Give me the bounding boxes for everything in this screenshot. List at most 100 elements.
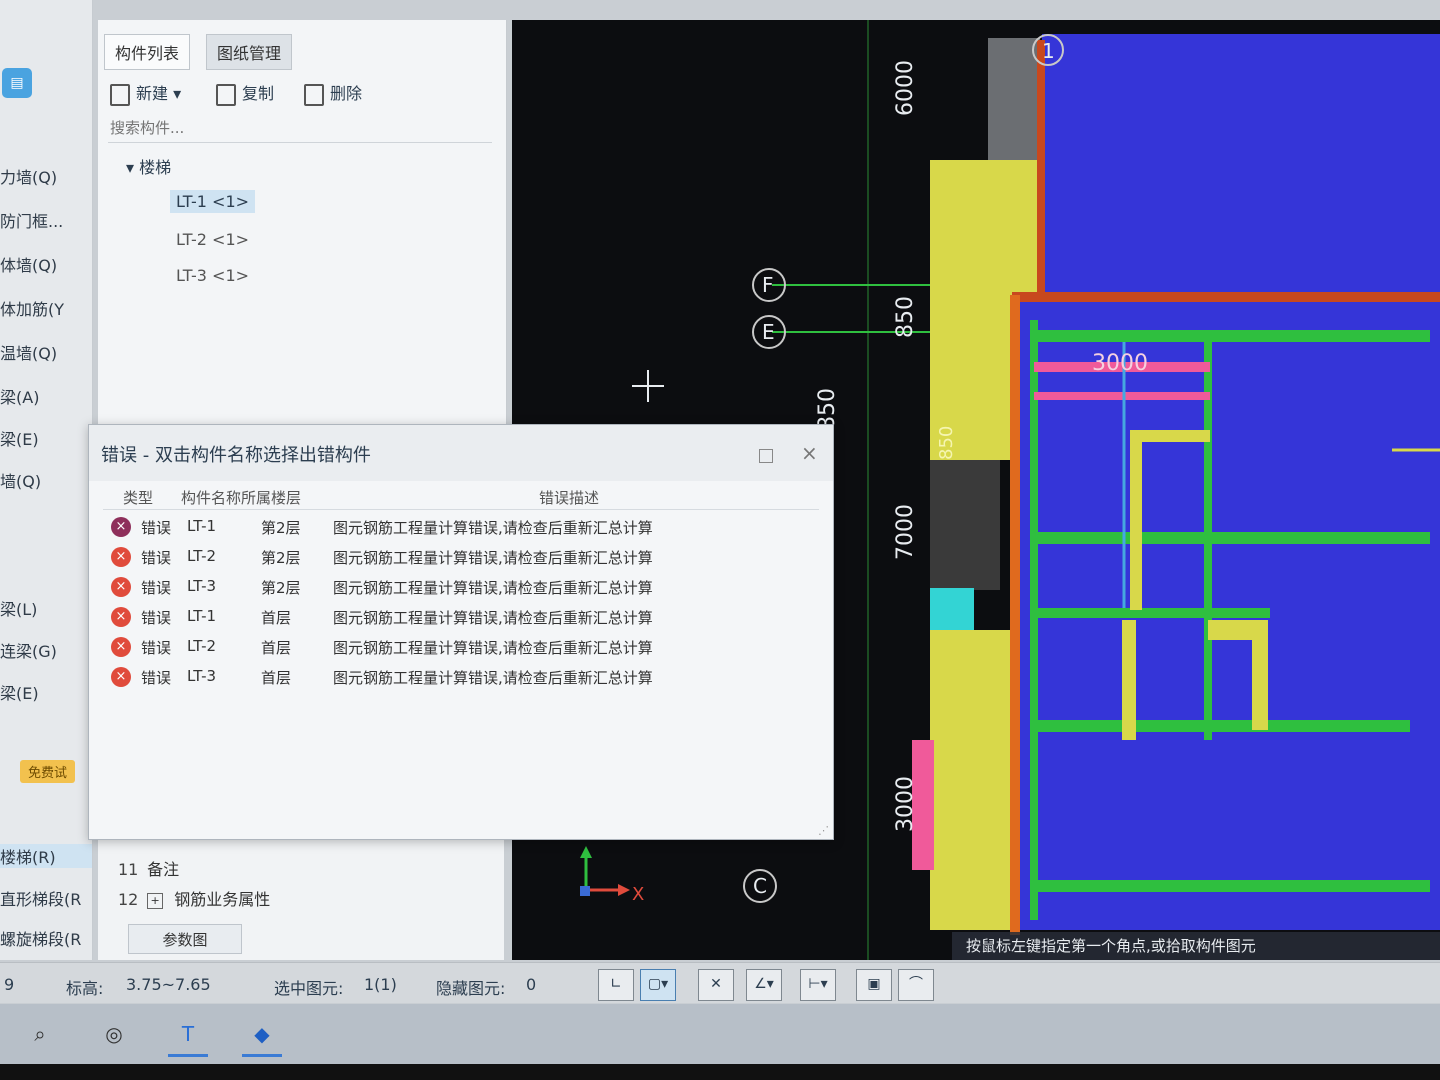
property-label: 备注 <box>147 860 180 879</box>
command-hint-bar: 按鼠标左键指定第一个角点,或拾取构件图元 <box>952 932 1440 960</box>
cad-stair-flight <box>1034 392 1210 400</box>
cad-stair-stringer <box>1122 620 1136 740</box>
cad-red-column <box>1037 40 1045 300</box>
layer-display-icon[interactable]: ▣ <box>856 969 892 1001</box>
ucs-origin-icon <box>580 886 590 896</box>
property-row-remark[interactable]: 11 备注 <box>118 856 179 880</box>
parameter-diagram-button[interactable]: 参数图 <box>128 924 242 954</box>
tree-category-stairs[interactable]: ▾ 楼梯 <box>126 154 171 178</box>
dim-850-c: 850 <box>936 426 957 460</box>
ortho-icon[interactable]: ∟ <box>598 969 634 1001</box>
error-dialog[interactable]: 错误 - 双击构件名称选择出错构件 × 类型 构件名称所属楼层 错误描述 × 错… <box>88 424 834 840</box>
error-row[interactable]: × 错误 LT-3 第2层 图元钢筋工程量计算错误,请检查后重新汇总计算 <box>103 573 819 601</box>
dim-6000: 6000 <box>893 60 918 116</box>
cad-stair-stringer <box>1130 430 1142 610</box>
nav-item-masonry-reinforcement[interactable]: 体加筋(Y <box>0 296 92 320</box>
select-box-icon[interactable]: ▢▾ <box>640 969 676 1001</box>
ucs-y-arrow-icon <box>580 846 592 858</box>
nav-item-coupling-beam[interactable]: 连梁(G) <box>0 638 92 662</box>
property-row-rebar-business[interactable]: 12 + 钢筋业务属性 <box>118 886 270 910</box>
error-row[interactable]: × 错误 LT-1 第2层 图元钢筋工程量计算错误,请检查后重新汇总计算 <box>103 513 819 541</box>
cursor-app-icon[interactable]: ◆ <box>242 1014 282 1057</box>
dim-850-a: 850 <box>893 296 918 338</box>
component-name[interactable]: LT-3 <box>187 667 216 685</box>
tree-item-lt-3[interactable]: LT-3 <1> <box>170 264 255 287</box>
delete-button[interactable]: 删除 <box>304 80 362 106</box>
error-type: 错误 <box>141 579 172 597</box>
nav-item-insulation-wall[interactable]: 温墙(Q) <box>0 340 92 364</box>
hidden-value: 0 <box>526 975 537 994</box>
error-description: 图元钢筋工程量计算错误,请检查后重新汇总计算 <box>333 669 653 687</box>
row-number: 11 <box>118 860 139 879</box>
nav-item-shear-wall[interactable]: 力墙(Q) <box>0 164 92 188</box>
search-icon[interactable]: ⌕ <box>20 1014 60 1054</box>
arc-tool-icon[interactable]: ⌒ <box>898 969 934 1001</box>
elevation-label: 标高: <box>66 979 104 998</box>
close-icon[interactable]: × <box>801 441 818 465</box>
offset-snap-icon[interactable]: ⊢▾ <box>800 969 836 1001</box>
component-floor: 首层 <box>261 609 292 627</box>
error-row[interactable]: × 错误 LT-2 首层 图元钢筋工程量计算错误,请检查后重新汇总计算 <box>103 633 819 661</box>
nav-item-spiral-flight[interactable]: 螺旋梯段(R <box>0 926 92 950</box>
new-button-label: 新建 <box>136 84 169 103</box>
tree-item-lt-1[interactable]: LT-1 <1> <box>170 190 256 213</box>
angle-snap-icon[interactable]: ∠▾ <box>746 969 782 1001</box>
copy-icon <box>216 83 236 106</box>
component-name[interactable]: LT-2 <box>187 637 216 655</box>
nav-item-fire-door-frame[interactable]: 防门框... <box>0 208 92 232</box>
dim-3000-b: 3000 <box>1092 351 1148 376</box>
error-row[interactable]: × 错误 LT-2 第2层 图元钢筋工程量计算错误,请检查后重新汇总计算 <box>103 543 819 571</box>
nav-item-beam-a[interactable]: 梁(A) <box>0 384 92 408</box>
nav-item-beam-l[interactable]: 梁(L) <box>0 596 92 620</box>
component-name[interactable]: LT-3 <box>187 577 216 595</box>
component-name[interactable]: LT-1 <box>187 607 216 625</box>
ucs-x-arrow-icon <box>618 884 630 896</box>
error-type: 错误 <box>141 609 172 627</box>
nav-item-stairs[interactable]: 楼梯(R) <box>0 844 92 868</box>
cad-orange-beam <box>1012 292 1440 302</box>
screen-bezel <box>0 1064 1440 1080</box>
copy-button[interactable]: 复制 <box>216 80 274 106</box>
cad-green-beam <box>1030 720 1410 732</box>
expand-icon[interactable]: + <box>147 892 164 909</box>
cad-orange-column <box>1010 295 1020 935</box>
resize-grip-icon[interactable]: ⋰ <box>818 824 829 837</box>
delete-icon <box>304 83 324 106</box>
nav-item-beam-e2[interactable]: 梁(E) <box>0 680 92 704</box>
property-label: 钢筋业务属性 <box>174 890 271 909</box>
new-button[interactable]: 新建 ▾ <box>110 80 181 106</box>
selected-label: 选中图元: <box>274 979 344 998</box>
search-component-input[interactable] <box>108 114 492 143</box>
left-nav-panel: ▤ 力墙(Q) 防门框... 体墙(Q) 体加筋(Y 温墙(Q) 梁(A) 梁(… <box>0 0 93 960</box>
error-table-header: 类型 构件名称所属楼层 错误描述 <box>103 485 819 510</box>
cad-stair-landing <box>1140 430 1210 442</box>
cad-stair-landing <box>1208 620 1268 640</box>
tab-component-list[interactable]: 构件列表 <box>104 34 191 70</box>
error-type: 错误 <box>141 639 172 657</box>
nav-item-wall-q[interactable]: 墙(Q) <box>0 468 92 492</box>
status-bar: 9 标高: 3.75~7.65 选中图元: 1(1) 隐藏图元: 0 ∟ ▢▾ … <box>0 962 1440 1003</box>
ucs-x-label: X <box>632 884 644 905</box>
nav-item-beam-e[interactable]: 梁(E) <box>0 426 92 450</box>
error-row[interactable]: × 错误 LT-1 首层 图元钢筋工程量计算错误,请检查后重新汇总计算 <box>103 603 819 631</box>
gtj-app-icon[interactable]: T <box>168 1014 208 1057</box>
nav-item-masonry-wall[interactable]: 体墙(Q) <box>0 252 92 276</box>
maximize-icon[interactable] <box>759 449 773 463</box>
error-type: 错误 <box>141 549 172 567</box>
layer-icon[interactable]: ▤ <box>2 68 32 98</box>
dialog-title-bar[interactable]: 错误 - 双击构件名称选择出错构件 × <box>89 425 833 481</box>
cad-yellow-zone-2 <box>930 630 1010 930</box>
error-description: 图元钢筋工程量计算错误,请检查后重新汇总计算 <box>333 579 653 597</box>
nav-item-straight-flight[interactable]: 直形梯段(R <box>0 886 92 910</box>
cad-stair-stringer <box>1252 640 1268 730</box>
free-trial-badge[interactable]: 免费试 <box>20 760 76 783</box>
component-name[interactable]: LT-2 <box>187 547 216 565</box>
cad-green-beam <box>1030 330 1430 342</box>
component-name[interactable]: LT-1 <box>187 517 216 535</box>
error-row[interactable]: × 错误 LT-3 首层 图元钢筋工程量计算错误,请检查后重新汇总计算 <box>103 663 819 691</box>
tab-drawing-management[interactable]: 图纸管理 <box>206 34 293 70</box>
tree-item-lt-2[interactable]: LT-2 <1> <box>170 228 255 251</box>
cross-select-icon[interactable]: ✕ <box>698 969 734 1001</box>
dell-icon[interactable]: ◎ <box>94 1014 134 1054</box>
cad-green-beam <box>1030 608 1270 618</box>
